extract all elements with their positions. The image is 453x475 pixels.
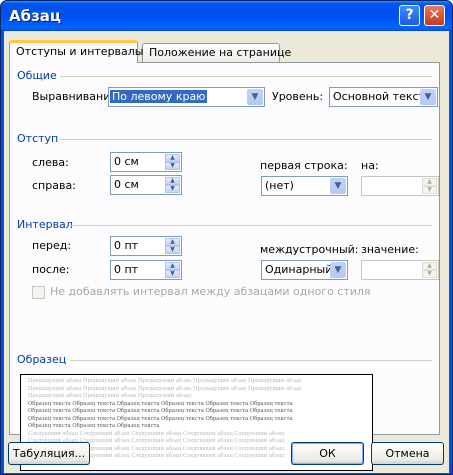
dialog-client: Отступы и интервалы Положение на страниц… [4,31,449,473]
chevron-down-icon[interactable]: ▼ [420,89,436,105]
spacing-heading: Интервал [17,218,73,231]
spin-up-icon[interactable]: ▲ [422,178,437,186]
cancel-button[interactable]: Отмена [371,442,444,465]
indent-left-spinner[interactable]: 0 см ▲ ▼ [110,152,182,172]
spin-down-icon[interactable]: ▼ [422,270,437,278]
chevron-down-icon[interactable]: ▼ [247,89,263,105]
alignment-value: По левому краю [110,90,208,103]
general-heading: Общие [17,69,57,82]
first-line-select[interactable]: (нет) ▼ [261,176,348,196]
general-divider [60,76,432,77]
level-label: Уровень: [272,90,324,103]
preview-line: Образец текста Образец текста Образец те… [28,400,293,407]
spin-up-icon[interactable]: ▲ [422,262,437,270]
indent-right-spinner[interactable]: 0 см ▲ ▼ [110,175,182,195]
line-spacing-label: междустрочный: [260,243,359,256]
close-button[interactable]: ✕ [424,5,445,26]
indent-right-label: справа: [32,179,76,192]
spin-down-icon[interactable]: ▼ [165,162,180,170]
first-line-value: (нет) [265,179,294,192]
help-button[interactable]: ? [399,5,420,26]
spacing-divider [70,225,432,226]
space-before-value: 0 пт [114,239,139,252]
indent-heading: Отступ [17,132,59,145]
spin-up-icon[interactable]: ▲ [165,154,180,162]
tab-panel: Общие Выравнивание: По левому краю ▼ Уро… [9,62,440,471]
spin-down-icon[interactable]: ▼ [165,185,180,193]
first-line-by-label: на: [361,159,379,172]
indent-right-value: 0 см [114,178,139,191]
preview-heading: Образец [17,353,67,366]
preview-line: Предыдущий абзац Предыдущий абзац Предыд… [28,393,192,399]
spin-up-icon[interactable]: ▲ [165,262,180,270]
preview-line: Предыдущий абзац Предыдущий абзац Предыд… [28,385,302,392]
tab-line-page-breaks[interactable]: Положение на странице [142,43,291,62]
tabs-button[interactable]: Табуляция... [8,442,90,465]
title-bar[interactable]: Абзац ? ✕ [1,1,452,31]
paragraph-dialog: Абзац ? ✕ Отступы и интервалы Положение … [0,0,453,475]
chevron-down-icon[interactable]: ▼ [330,262,346,278]
tab-indents-spacing[interactable]: Отступы и интервалы [9,40,144,63]
space-after-spinner[interactable]: 0 пт ▲ ▼ [110,260,182,280]
dialog-title: Абзац [9,7,62,25]
indent-left-value: 0 см [114,155,139,168]
preview-line: Образец текста Образец текста Образец те… [28,408,293,414]
no-space-same-style-label: Не добавлять интервал между абзацами одн… [50,285,371,298]
spin-down-icon[interactable]: ▼ [422,186,437,194]
space-before-label: перед: [32,239,72,252]
preview-line: Следующий абзац Следующий абзац Следующи… [28,430,285,437]
level-select[interactable]: Основной текст ▼ [329,87,438,107]
first-line-by-spinner[interactable]: ▲ ▼ [361,176,439,196]
level-value: Основной текст [333,90,425,103]
space-before-spinner[interactable]: 0 пт ▲ ▼ [110,236,182,256]
preview-divider [70,360,432,361]
preview-line: Образец текста Образец текста Образец те… [28,423,160,429]
line-spacing-at-label: значение: [361,243,419,256]
preview-line: Предыдущий абзац Предыдущий абзац Предыд… [28,378,302,384]
spin-up-icon[interactable]: ▲ [165,238,180,246]
line-spacing-at-spinner[interactable]: ▲ ▼ [361,260,439,280]
spin-down-icon[interactable]: ▼ [165,270,180,278]
space-after-value: 0 пт [114,263,139,276]
preview-line: Образец текста Образец текста Образец те… [28,415,293,422]
spin-down-icon[interactable]: ▼ [165,246,180,254]
spin-up-icon[interactable]: ▲ [165,177,180,185]
no-space-same-style-checkbox[interactable] [32,286,45,299]
indent-left-label: слева: [32,156,69,169]
first-line-label: первая строка: [260,159,348,172]
line-spacing-select[interactable]: Одинарный ▼ [261,260,348,280]
chevron-down-icon[interactable]: ▼ [330,178,346,194]
ok-button[interactable]: ОК [291,442,364,465]
line-spacing-value: Одинарный [265,263,333,276]
indent-divider [60,139,432,140]
alignment-select[interactable]: По левому краю ▼ [108,87,265,107]
space-after-label: после: [32,263,70,276]
